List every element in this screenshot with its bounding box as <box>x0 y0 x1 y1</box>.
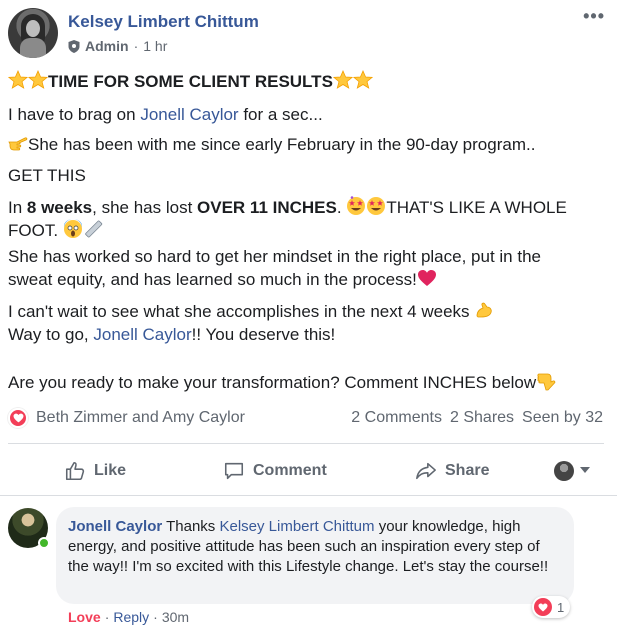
comment-label: Comment <box>253 462 327 479</box>
post-line-way-to-go: Way to go, Jonell Caylor!! You deserve t… <box>8 323 608 346</box>
post-line-since: She has been with me since early Februar… <box>8 133 608 156</box>
star-struck-icon <box>347 196 366 215</box>
red-heart-icon <box>417 270 436 286</box>
text: In <box>8 198 27 217</box>
comment-actions: Love · Reply · 30m <box>68 609 189 625</box>
text: !! You deserve this! <box>191 325 336 344</box>
post-line-wait: I can't wait to see what she accomplishe… <box>8 300 608 323</box>
pointing-down-icon <box>537 373 556 391</box>
post-time[interactable]: 1 hr <box>143 38 167 54</box>
post-stats: 2 Comments 2 Shares Seen by 32 <box>351 409 603 427</box>
share-button[interactable]: Share <box>415 455 489 487</box>
text: , she has lost <box>92 198 198 217</box>
comment-bubble-icon <box>224 462 244 480</box>
text: for a sec... <box>238 105 323 124</box>
love-reaction-icon <box>534 598 552 616</box>
separator-dot: · <box>153 609 158 625</box>
text: sweat equity, and has learned so much in… <box>8 270 417 289</box>
star-icon <box>332 70 353 89</box>
star-icon <box>352 70 373 89</box>
like-label: Like <box>94 462 127 479</box>
commenter-name[interactable]: Jonell Caylor <box>68 518 162 535</box>
comment-bubble: Jonell Caylor Thanks Kelsey Limbert Chit… <box>56 507 574 604</box>
inches-value: OVER 11 INCHES <box>197 198 337 217</box>
star-struck-icon <box>367 197 386 215</box>
meta-dot: · <box>133 38 139 54</box>
thumbs-up-icon <box>65 461 85 481</box>
comment-button[interactable]: Comment <box>223 455 327 487</box>
comment-reaction-badge[interactable]: 1 <box>532 596 571 618</box>
post-line-sweat: sweat equity, and has learned so much in… <box>8 268 608 291</box>
reaction-names[interactable]: Beth Zimmer and Amy Caylor <box>36 409 245 427</box>
text: She has been with me since early Februar… <box>28 135 536 154</box>
love-reaction-icon[interactable] <box>8 408 28 428</box>
more-options-icon[interactable]: ••• <box>583 6 605 27</box>
chevron-down-icon[interactable] <box>580 467 590 473</box>
post-as-avatar[interactable] <box>554 461 574 481</box>
author-avatar[interactable] <box>8 8 58 58</box>
text: I can't wait to see what she accomplishe… <box>8 302 475 321</box>
mention-link[interactable]: Kelsey Limbert Chittum <box>219 518 374 535</box>
comment-time[interactable]: 30m <box>162 609 189 625</box>
text: I have to brag on <box>8 105 141 124</box>
seen-count[interactable]: Seen by 32 <box>522 409 603 427</box>
admin-shield-icon <box>68 39 80 53</box>
star-icon <box>28 70 48 89</box>
reply-button[interactable]: Reply <box>113 609 149 625</box>
separator-dot: · <box>104 609 110 625</box>
like-button[interactable]: Like <box>64 455 126 487</box>
post-line-get-this: GET THIS <box>8 166 86 185</box>
post-headline: TIME FOR SOME CLIENT RESULTS <box>48 72 333 91</box>
post-line-brag: I have to brag on Jonell Caylor for a se… <box>8 103 608 126</box>
online-status-dot <box>38 537 50 549</box>
post-line-foot: FOOT. <box>8 219 608 242</box>
ruler-icon <box>85 220 102 238</box>
star-icon <box>8 70 28 89</box>
post-headline-line: TIME FOR SOME CLIENT RESULTS <box>8 70 608 93</box>
shares-count[interactable]: 2 Shares <box>450 409 514 427</box>
text: Are you ready to make your transformatio… <box>8 373 537 392</box>
flexed-biceps-icon <box>476 302 492 318</box>
mention-link[interactable]: Jonell Caylor <box>140 105 238 124</box>
comments-count[interactable]: 2 Comments <box>351 409 442 427</box>
share-label: Share <box>445 462 490 479</box>
divider <box>0 495 617 496</box>
post-author-name[interactable]: Kelsey Limbert Chittum <box>68 12 259 32</box>
text: THAT'S LIKE A WHOLE <box>386 198 567 217</box>
share-arrow-icon <box>416 462 436 480</box>
love-reaction-button[interactable]: Love <box>68 609 101 625</box>
post-line-ready: Are you ready to make your transformatio… <box>8 371 608 394</box>
divider <box>8 443 604 444</box>
post-line-worked: She has worked so hard to get her mindse… <box>8 247 541 266</box>
weeks-value: 8 weeks <box>26 198 93 217</box>
text: FOOT. <box>8 221 63 240</box>
comment-text: Thanks <box>162 518 220 535</box>
facebook-post: Kelsey Limbert Chittum Admin · 1 hr ••• … <box>0 0 617 635</box>
screaming-face-icon <box>63 219 82 238</box>
mention-link[interactable]: Jonell Caylor <box>93 325 191 344</box>
post-line-results: In 8 weeks, she has lost OVER 11 INCHES.… <box>8 196 608 219</box>
text: Way to go, <box>8 325 94 344</box>
text: . <box>336 198 347 217</box>
pointing-hand-icon <box>8 137 28 151</box>
comment-reaction-count: 1 <box>557 599 565 615</box>
admin-label: Admin <box>85 38 129 54</box>
post-meta: Admin · 1 hr <box>68 38 167 54</box>
